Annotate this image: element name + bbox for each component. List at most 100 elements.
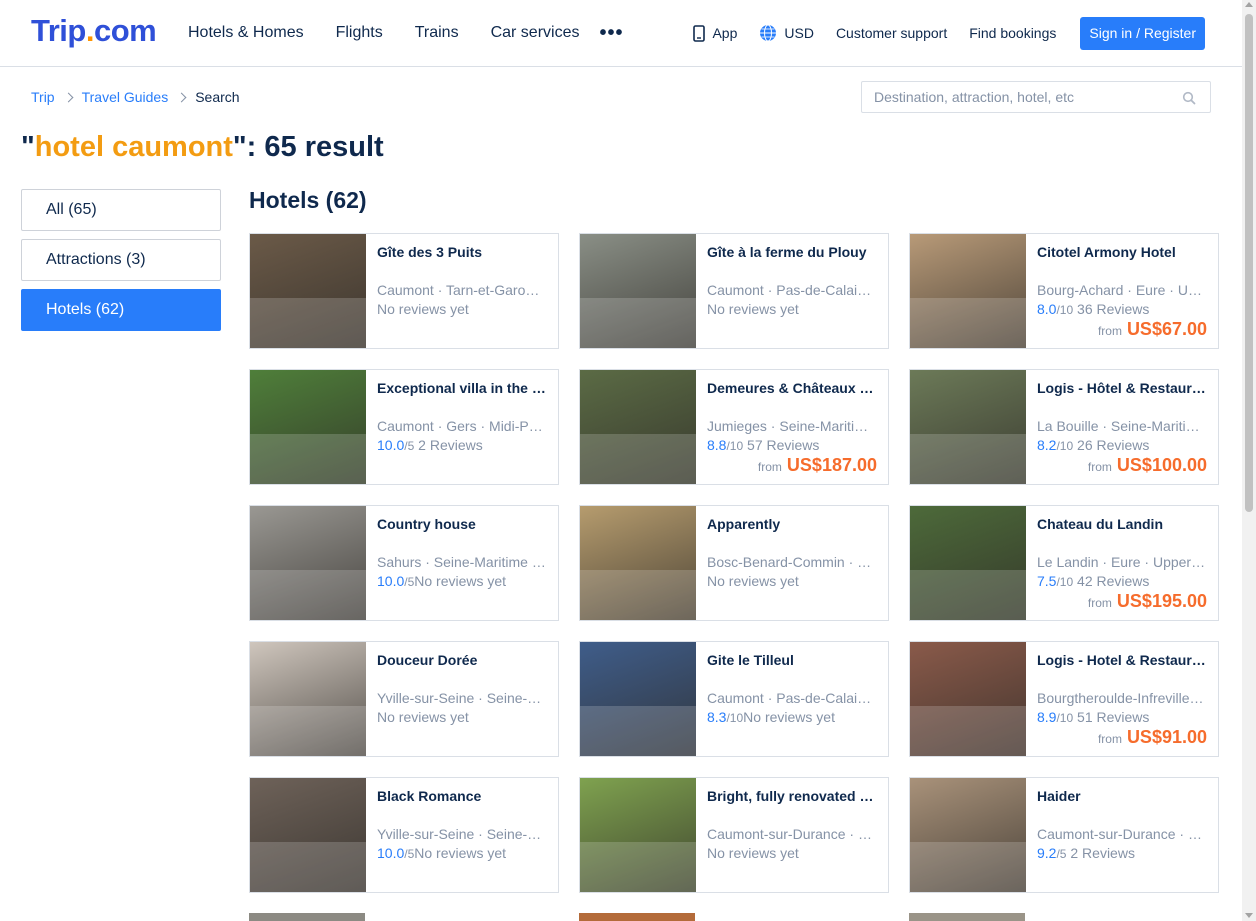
hotel-card[interactable]: Demeures & Châteaux Hotel Jumieges · Sein… (579, 369, 889, 485)
hotel-name[interactable]: Demeures & Châteaux Hotel (707, 380, 877, 397)
price-from-label: from (1087, 460, 1112, 474)
search-keyword: hotel caumont (34, 131, 233, 163)
hotel-card[interactable]: Black Romance Yville-sur-Seine · Seine-Ma… (249, 777, 559, 893)
rating-scale: /10 (1056, 303, 1074, 317)
hotel-name[interactable]: Logis - Hôtel & Restaurant (1037, 380, 1207, 397)
hotel-name[interactable]: Black Romance (377, 788, 547, 805)
hotel-card[interactable]: Gîte à la ferme du Plouy Caumont · Pas-de… (579, 233, 889, 349)
rating-scale: /10 (1056, 711, 1074, 725)
hotel-photo[interactable] (910, 506, 1026, 620)
hotel-photo[interactable] (250, 778, 366, 892)
hotel-location: Bourgtheroulde-Infreville · Eure (1037, 690, 1207, 706)
breadcrumb-travel-guides[interactable]: Travel Guides (82, 89, 169, 105)
photo-detail (250, 705, 366, 756)
hotel-card[interactable]: Chateau du Landin Le Landin · Eure · Uppe… (909, 505, 1219, 621)
hotel-info: Douceur Dorée Yville-sur-Seine · Seine-Ma… (366, 642, 558, 756)
search-input[interactable] (874, 89, 1174, 105)
scrollbar-thumb[interactable] (1245, 14, 1253, 512)
hotel-rating-row: 8.0/10 36 Reviews (1037, 301, 1207, 317)
hotel-name[interactable]: Bright, fully renovated house (707, 788, 877, 805)
rating-score: 8.3 (707, 709, 727, 725)
hotel-photo[interactable] (580, 370, 696, 484)
hotel-name[interactable]: Apparently (707, 516, 877, 533)
rating-scale: /5 (1056, 847, 1067, 861)
scroll-down-icon[interactable] (1245, 913, 1253, 918)
hotel-rating-row: 8.2/10 26 Reviews (1037, 437, 1207, 453)
hotel-card[interactable]: Gîte des 3 Puits Caumont · Tarn-et-Garonn… (249, 233, 559, 349)
hotel-info: Gite le Tilleul Caumont · Pas-de-Calais ·… (696, 642, 888, 756)
hotel-price: from US$91.00 (1098, 727, 1207, 748)
hotel-name[interactable]: Haider (1037, 788, 1207, 805)
find-bookings-link[interactable]: Find bookings (969, 25, 1056, 41)
nav-flights[interactable]: Flights (336, 24, 383, 42)
photo-detail (250, 433, 366, 484)
rating-scale: /5 (404, 439, 415, 453)
rating-scale: /10 (1056, 439, 1074, 453)
price-amount: US$67.00 (1126, 319, 1207, 339)
review-count: 26 Reviews (1073, 437, 1150, 453)
hotel-photo[interactable] (250, 370, 366, 484)
hotel-info: Citotel Armony Hotel Bourg-Achard · Eure … (1026, 234, 1218, 348)
hotel-card[interactable]: Logis - Hotel & Restaurant Bourgtheroulde… (909, 641, 1219, 757)
hotel-name[interactable]: Country house (377, 516, 547, 533)
scroll-up-icon[interactable] (1245, 2, 1253, 7)
hotel-rating-row: 9.2/5 2 Reviews (1037, 845, 1207, 861)
hotel-photo[interactable] (910, 642, 1026, 756)
rating-scale: /10 (726, 439, 744, 453)
hotel-card[interactable]: Country house Sahurs · Seine-Maritime · N… (249, 505, 559, 621)
chevron-right-icon (63, 92, 74, 102)
hotel-photo[interactable] (250, 506, 366, 620)
filter-hotels[interactable]: Hotels (62) (21, 289, 221, 331)
hotel-card[interactable]: Douceur Dorée Yville-sur-Seine · Seine-Ma… (249, 641, 559, 757)
top-navigation: Trip.com Hotels & Homes Flights Trains C… (0, 0, 1242, 67)
rating-score: 10.0 (377, 437, 405, 453)
nav-car-services[interactable]: Car services (491, 24, 580, 42)
rating-scale: /5 (404, 575, 415, 589)
filter-attractions[interactable]: Attractions (3) (21, 239, 221, 281)
hotel-photo[interactable] (250, 642, 366, 756)
hotel-card[interactable]: Apparently Bosc-Benard-Commin · Eure · No… (579, 505, 889, 621)
hotel-card[interactable]: Exceptional villa in the countryside Caum… (249, 369, 559, 485)
next-row-thumbnail (909, 913, 1025, 921)
hotel-photo[interactable] (910, 370, 1026, 484)
hotel-card[interactable]: Haider Caumont-sur-Durance · Vaucluse 9.2/… (909, 777, 1219, 893)
customer-support-link[interactable]: Customer support (836, 25, 947, 41)
hotel-name[interactable]: Exceptional villa in the countryside (377, 380, 547, 397)
filter-all[interactable]: All (65) (21, 189, 221, 231)
hotel-name[interactable]: Logis - Hotel & Restaurant (1037, 652, 1207, 669)
hotel-name[interactable]: Gite le Tilleul (707, 652, 877, 669)
photo-detail (910, 569, 1026, 620)
hotel-name[interactable]: Gîte des 3 Puits (377, 244, 547, 261)
hotel-rating-row: 10.0/5No reviews yet (377, 573, 547, 589)
hotel-photo[interactable] (580, 234, 696, 348)
trip-logo[interactable]: Trip.com (31, 13, 157, 49)
review-count: 36 Reviews (1073, 301, 1150, 317)
hotel-photo[interactable] (250, 234, 366, 348)
hotel-card[interactable]: Gite le Tilleul Caumont · Pas-de-Calais ·… (579, 641, 889, 757)
hotel-name[interactable]: Chateau du Landin (1037, 516, 1207, 533)
currency-selector[interactable]: USD (759, 24, 814, 42)
hotel-location: La Bouille · Seine-Maritime · Normandy (1037, 418, 1207, 434)
search-icon[interactable] (1182, 91, 1196, 105)
hotel-name[interactable]: Gîte à la ferme du Plouy (707, 244, 877, 261)
review-count: 57 Reviews (743, 437, 820, 453)
nav-trains[interactable]: Trains (415, 24, 459, 42)
hotel-photo[interactable] (580, 642, 696, 756)
hotel-photo[interactable] (580, 778, 696, 892)
hotel-card[interactable]: Logis - Hôtel & Restaurant La Bouille · S… (909, 369, 1219, 485)
hotel-card[interactable]: Citotel Armony Hotel Bourg-Achard · Eure … (909, 233, 1219, 349)
hotel-name[interactable]: Citotel Armony Hotel (1037, 244, 1207, 261)
hotel-card[interactable]: Bright, fully renovated house Caumont-sur… (579, 777, 889, 893)
sign-in-register-button[interactable]: Sign in / Register (1080, 16, 1205, 50)
nav-hotels-homes[interactable]: Hotels & Homes (188, 24, 304, 42)
app-link[interactable]: App (693, 24, 738, 42)
page-scrollbar[interactable] (1242, 0, 1256, 921)
hotel-name[interactable]: Douceur Dorée (377, 652, 547, 669)
hotel-photo[interactable] (910, 778, 1026, 892)
breadcrumb-trip[interactable]: Trip (31, 89, 55, 105)
hotel-photo[interactable] (580, 506, 696, 620)
more-menu-icon[interactable]: ••• (599, 22, 623, 45)
app-label: App (712, 25, 738, 41)
hotel-info: Gîte des 3 Puits Caumont · Tarn-et-Garonn… (366, 234, 558, 348)
hotel-photo[interactable] (910, 234, 1026, 348)
